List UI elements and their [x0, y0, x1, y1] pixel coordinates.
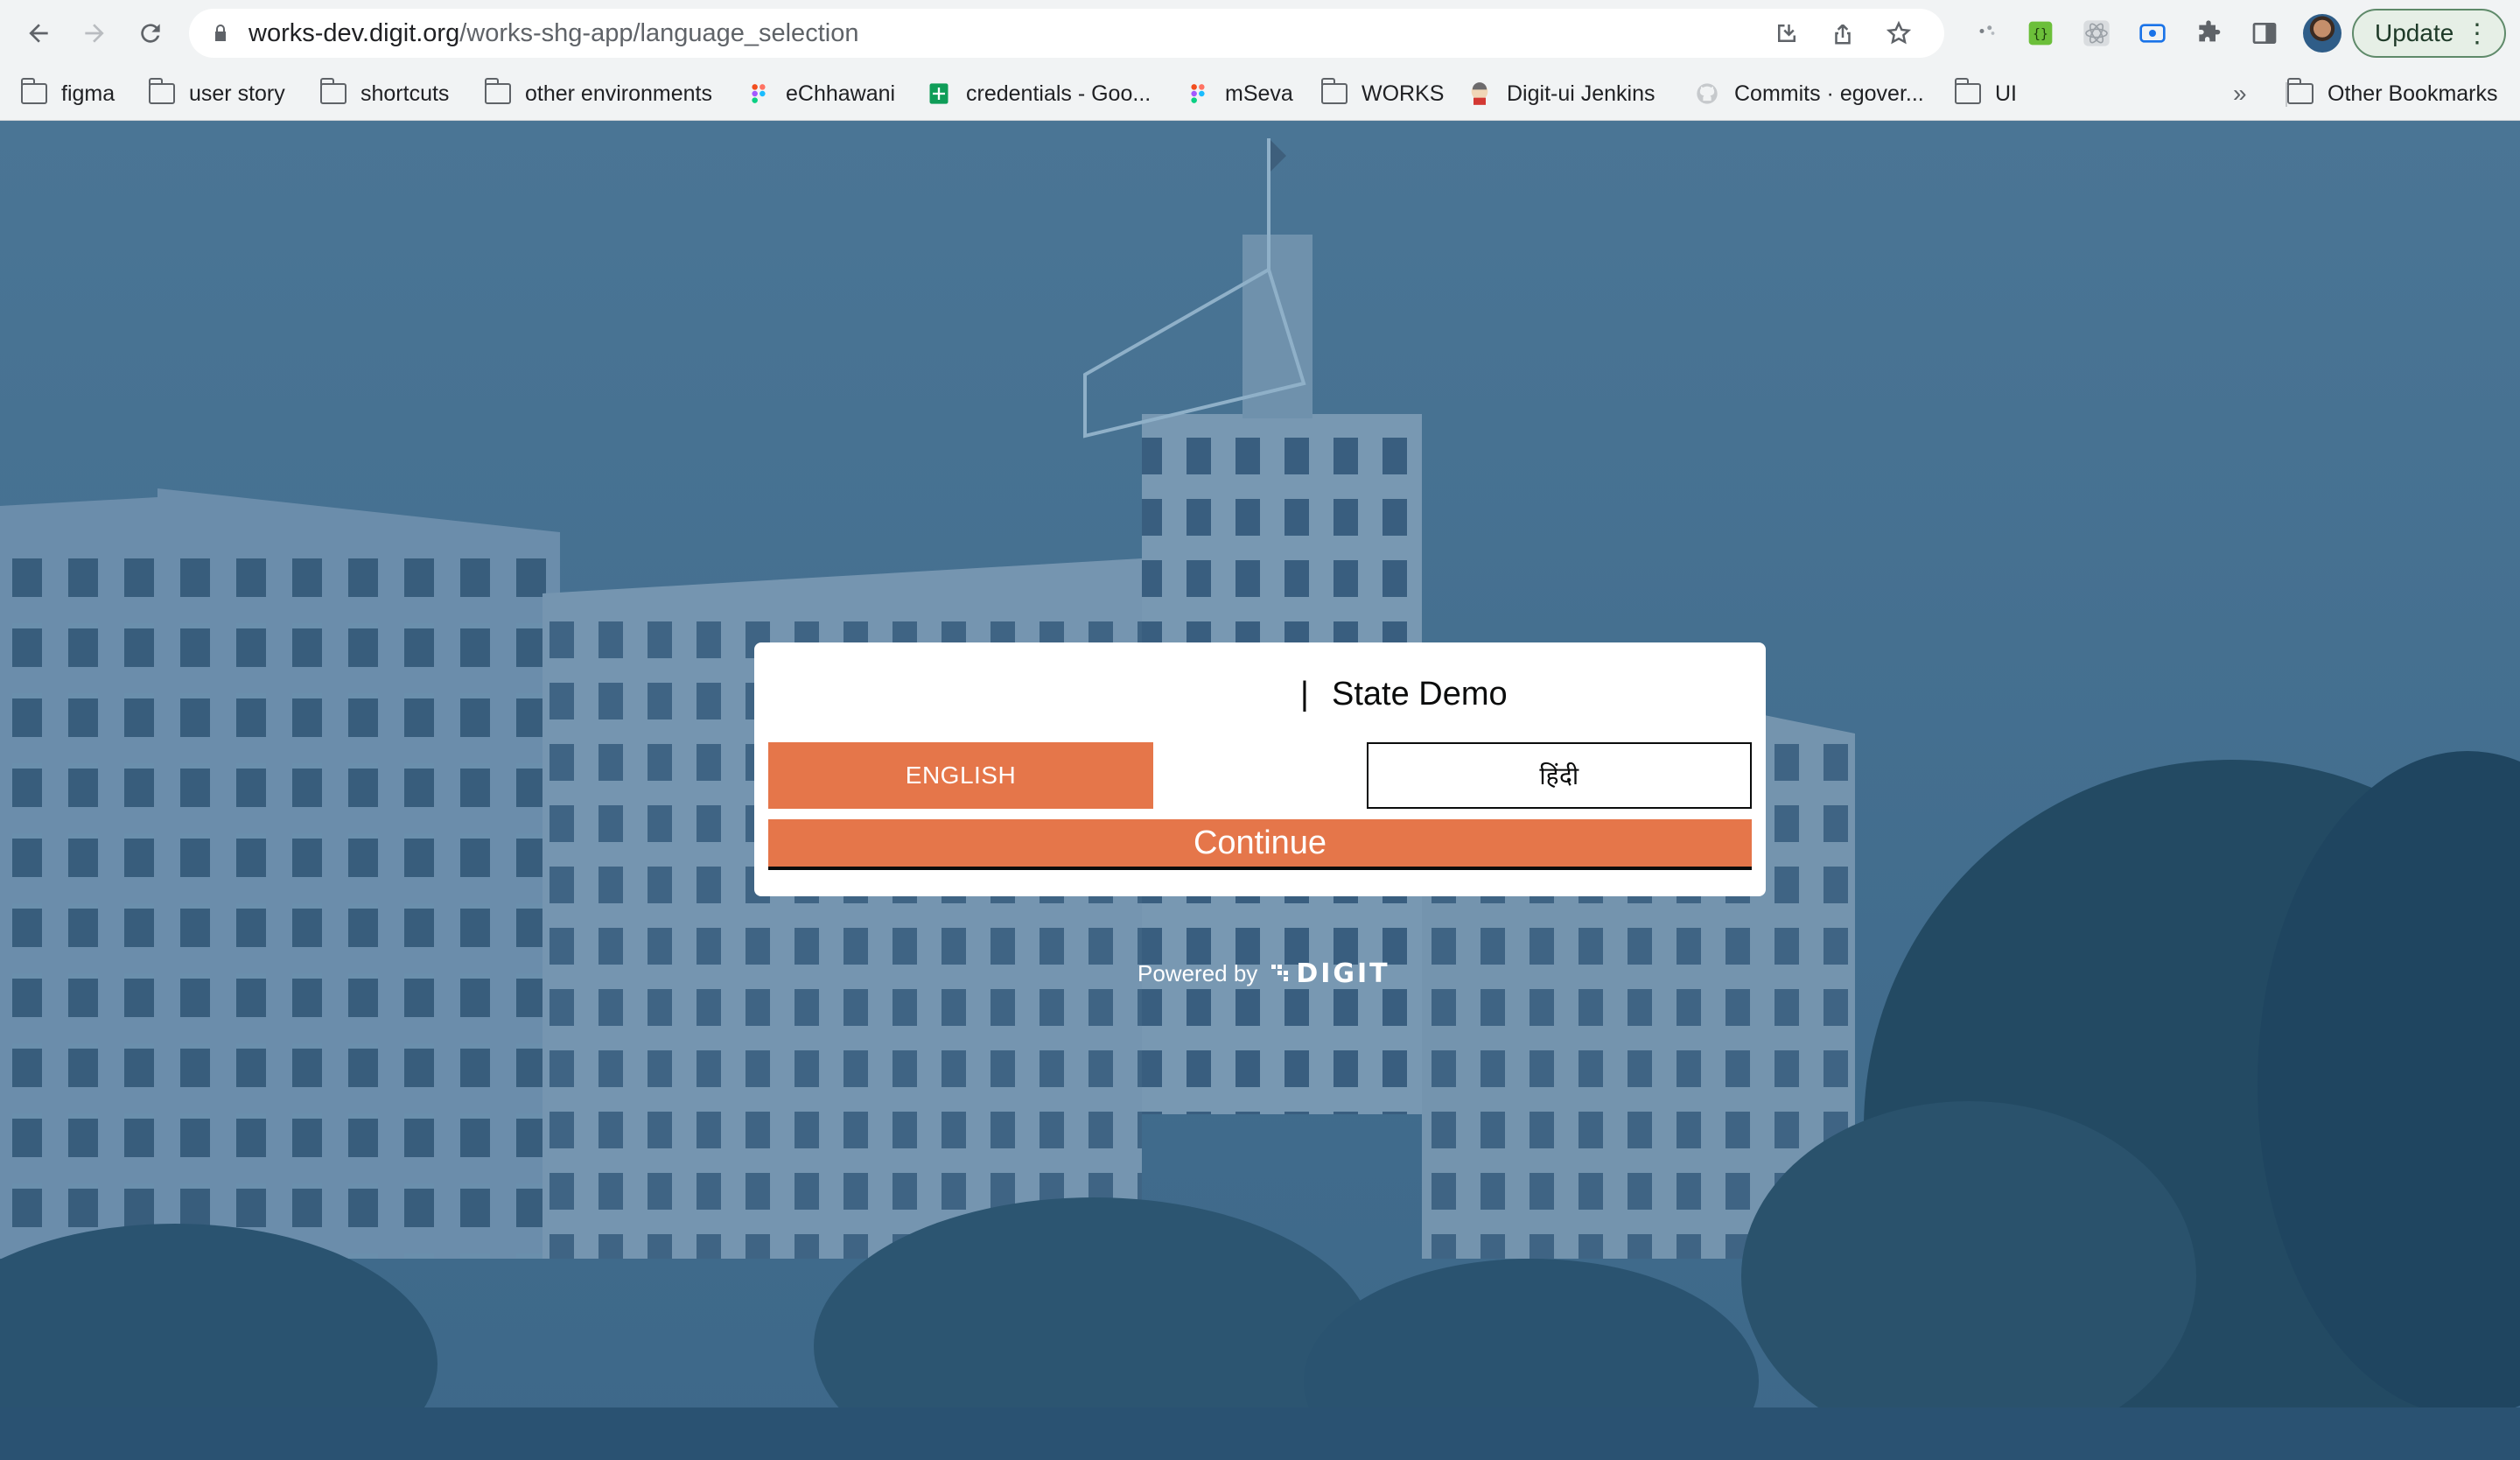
bookmark-item[interactable]: Digit-ui Jenkins: [1466, 67, 1656, 121]
forward-arrow-icon: [85, 24, 104, 43]
folder-icon: [1954, 78, 1981, 107]
reload-button[interactable]: [130, 12, 172, 54]
url-host: works-dev.digit.org: [248, 19, 460, 47]
bookmark-label: other environments: [525, 81, 713, 106]
bookmark-label: Digit-ui Jenkins: [1507, 81, 1656, 106]
continue-button[interactable]: Continue: [768, 819, 1752, 870]
language-selection-card: | State Demo ENGLISH हिंदी Continue: [754, 642, 1766, 896]
folder-icon: [319, 78, 346, 107]
powered-by-footer: Powered by DIGIT: [1138, 956, 1390, 991]
state-name: State Demo: [1332, 676, 1508, 712]
other-bookmarks[interactable]: Other Bookmarks: [2286, 67, 2498, 121]
bookmark-item[interactable]: Commits · egover...: [1694, 67, 1924, 121]
folder-icon: [1320, 78, 1348, 107]
extension-json-icon[interactable]: {}: [2025, 18, 2056, 49]
bookmark-item[interactable]: mSeva: [1185, 67, 1293, 121]
more-menu-icon: ⋮: [2464, 19, 2490, 48]
bookmark-item[interactable]: eChhawani: [746, 67, 895, 121]
svg-text:{}: {}: [2033, 26, 2048, 41]
bookmark-label: user story: [189, 81, 285, 106]
update-button[interactable]: Update ⋮: [2352, 9, 2506, 58]
browser-toolbar: works-dev.digit.org/works-shg-app/langua…: [0, 0, 2520, 67]
browser-chrome: works-dev.digit.org/works-shg-app/langua…: [0, 0, 2520, 121]
digit-brand-text: DIGIT: [1296, 958, 1390, 989]
bookmark-label: WORKS: [1362, 81, 1445, 106]
powered-by-label: Powered by: [1138, 959, 1258, 986]
url-path: /works-shg-app/language_selection: [459, 19, 859, 47]
bookmark-label: mSeva: [1225, 81, 1293, 106]
folder-icon: [2286, 78, 2314, 107]
bookmark-item[interactable]: WORKS: [1320, 67, 1445, 121]
bookmark-label: credentials - Goo...: [966, 81, 1152, 106]
folder-icon: [20, 78, 47, 107]
forward-button[interactable]: [74, 12, 116, 54]
bookmarks-bar: figma user story shortcuts other environ…: [0, 67, 2520, 121]
page-viewport: | State Demo ENGLISH हिंदी Continue Powe…: [0, 121, 2520, 1460]
install-app-icon[interactable]: [1773, 19, 1801, 47]
bookmark-item[interactable]: other environments: [484, 67, 713, 121]
url-text: works-dev.digit.org/works-shg-app/langua…: [248, 9, 858, 58]
figma-icon: [1185, 81, 1211, 107]
bookmark-label: figma: [61, 81, 116, 106]
bookmark-label: eChhawani: [786, 81, 896, 106]
figma-icon: [746, 81, 772, 107]
bookmark-item[interactable]: figma: [20, 67, 116, 121]
bookmark-item[interactable]: shortcuts: [319, 67, 450, 121]
bookmark-item[interactable]: credentials - Goo...: [926, 67, 1151, 121]
extension-react-icon[interactable]: [2081, 18, 2112, 49]
bookmark-item[interactable]: UI: [1954, 67, 2017, 121]
bookmark-label: Commits · egover...: [1734, 81, 1924, 106]
back-arrow-icon: [29, 24, 48, 43]
github-icon: [1694, 81, 1720, 107]
extension-dots-icon[interactable]: [1970, 18, 2002, 49]
digit-mark-icon: [1271, 965, 1289, 981]
folder-icon: [148, 78, 175, 107]
address-bar[interactable]: works-dev.digit.org/works-shg-app/langua…: [189, 9, 1944, 58]
language-option-english[interactable]: ENGLISH: [768, 742, 1153, 809]
profile-avatar[interactable]: [2303, 14, 2342, 53]
language-option-hindi[interactable]: हिंदी: [1367, 742, 1752, 809]
bookmark-item[interactable]: user story: [148, 67, 285, 121]
reload-icon: [141, 24, 160, 43]
extensions-puzzle-icon[interactable]: [2193, 18, 2224, 49]
other-bookmarks-label: Other Bookmarks: [2328, 81, 2498, 106]
more-bookmarks-chevron-icon[interactable]: »: [2233, 67, 2247, 121]
card-header: | State Demo: [754, 672, 1766, 716]
bookmark-label: shortcuts: [360, 81, 450, 106]
folder-icon: [484, 78, 511, 107]
back-button[interactable]: [18, 12, 60, 54]
header-separator: |: [1300, 676, 1309, 712]
side-panel-icon[interactable]: [2249, 18, 2280, 49]
jenkins-icon: [1466, 81, 1493, 107]
digit-logo: DIGIT: [1271, 958, 1390, 989]
update-label: Update: [2375, 19, 2454, 46]
lock-icon: [215, 25, 226, 41]
extension-record-icon[interactable]: [2137, 18, 2168, 49]
bookmark-star-icon[interactable]: [1885, 19, 1913, 47]
bookmark-label: UI: [1995, 81, 2017, 106]
share-icon[interactable]: [1829, 19, 1857, 47]
sheets-icon: [926, 81, 952, 107]
